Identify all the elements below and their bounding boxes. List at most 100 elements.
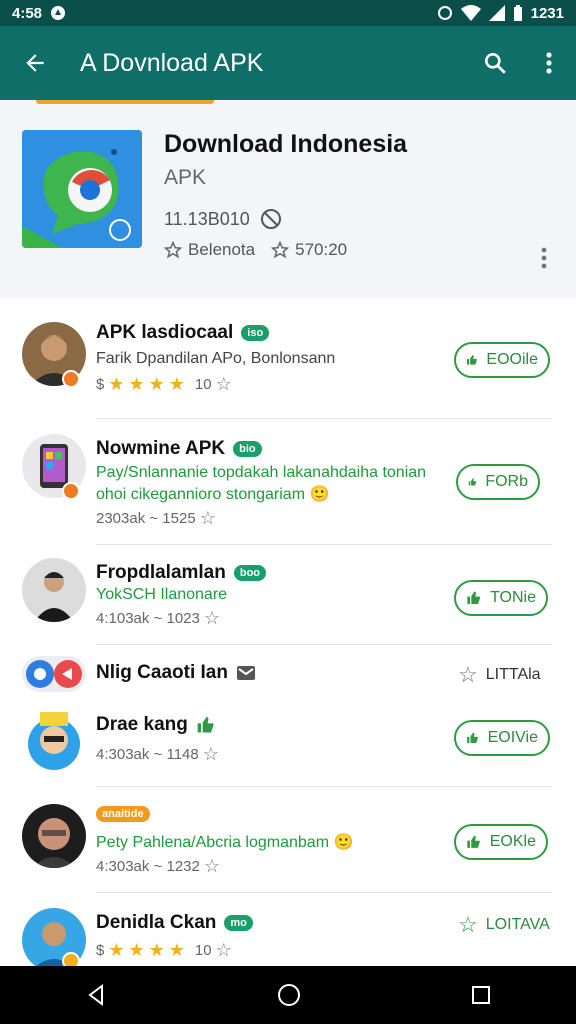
currency-label: $: [96, 942, 105, 959]
app-subtitle: APK: [164, 166, 207, 189]
item-meta: 2303ak ~ 1525: [96, 510, 196, 527]
item-badge: mo: [224, 915, 253, 931]
item-description: Pety Pahlena/Abcria logmanbam: [96, 834, 330, 851]
avatar: [22, 804, 86, 868]
item-description: YokSCH Ilanonare: [96, 586, 228, 603]
section-header[interactable]: Nlig Caaoti Ian ☆ LITTAla: [0, 656, 576, 696]
back-button[interactable]: [0, 26, 70, 100]
thumb-up-icon: [468, 478, 477, 486]
divider: [96, 786, 552, 787]
app-version: 11.13B010: [164, 208, 250, 229]
install-button[interactable]: EOOile: [454, 342, 550, 378]
section-action[interactable]: ☆ LITTAla: [458, 662, 541, 688]
item-description: Farik Dpandilan APo, Bonlonsann: [96, 350, 336, 367]
item-meta: 4:303ak ~ 1232: [96, 858, 200, 875]
mail-icon: [236, 666, 255, 680]
app-bar: A Dovnload APK: [0, 26, 576, 100]
star-filled-icon: ★: [108, 940, 125, 960]
item-rating-row: $ ★ ★ ★ ★ 10 ☆: [96, 940, 232, 961]
avatar: [22, 708, 86, 772]
item-title: Denidla Ckan: [96, 912, 217, 933]
status-bar: 4:58 1231: [0, 0, 576, 26]
nav-recents-icon[interactable]: [470, 984, 492, 1006]
item-title: APK lasdiocaal: [96, 322, 234, 343]
item-title-row: APK lasdiocaal iso: [96, 322, 270, 344]
install-button-label: EOKle: [489, 833, 536, 850]
section-title: Nlig Caaoti Ian: [96, 662, 228, 683]
list-item[interactable]: Denidla Ckan mo $ ★ ★ ★ ★ 10 ☆ ☆ LOITAVA: [0, 906, 576, 972]
item-meta-row: 4:303ak ~ 1148 ☆: [96, 744, 219, 765]
nav-home-icon[interactable]: [276, 982, 302, 1008]
item-badge: boo: [233, 565, 267, 581]
install-button[interactable]: EOIVie: [454, 720, 550, 756]
sync-icon: [437, 6, 452, 20]
app-logo-icon: [22, 130, 142, 248]
currency-label: $: [96, 376, 105, 393]
install-button-label: EOIVie: [487, 729, 538, 746]
page-title: A Dovnload APK: [80, 48, 264, 77]
item-rating-row: $ ★ ★ ★ ★ 10 ☆: [96, 374, 232, 395]
item-title-row: anaitide: [96, 806, 150, 822]
emoji-icon: 🙂: [309, 486, 330, 503]
app-meta-row: Belenota 570:20: [164, 240, 347, 260]
star-outline-icon: ☆: [202, 744, 219, 764]
notification-icon: [51, 6, 66, 20]
star-filled-icon: ★: [148, 940, 165, 960]
item-title: Nowmine APK: [96, 438, 226, 459]
star-outline-icon: [164, 241, 182, 259]
search-button[interactable]: [468, 26, 522, 100]
battery-text: 1231: [530, 4, 564, 22]
item-description: Pay/Snlannanie topdakah lakanahdaiha ton…: [96, 464, 427, 481]
list-item[interactable]: Nowmine APK bio Pay/Snlannanie topdakah …: [0, 432, 576, 542]
item-badge: anaitide: [96, 806, 150, 822]
install-button-label: EOOile: [486, 351, 538, 368]
thumb-up-icon: [467, 732, 478, 744]
app-title: Download Indonesia: [164, 130, 408, 158]
item-title-row: Drae kang: [96, 714, 216, 736]
install-button[interactable]: FORb: [456, 464, 540, 500]
item-meta: 4:303ak ~ 1148: [96, 746, 199, 763]
app-header-card: Download Indonesia APK 11.13B010 Belenot…: [0, 100, 576, 298]
app-meta-left: Belenota: [188, 240, 256, 259]
list-item[interactable]: anaitide Pety Pahlena/Abcria logmanbam 🙂…: [0, 802, 576, 886]
app-version-row: 11.13B010: [164, 208, 282, 230]
hero-more-icon[interactable]: [536, 246, 552, 270]
item-badge: iso: [241, 325, 270, 341]
star-outline-icon: ☆: [458, 662, 478, 687]
item-meta-row: 4:303ak ~ 1232 ☆: [96, 856, 220, 877]
list-item[interactable]: Fropdlalamlan boo YokSCH Ilanonare 4:103…: [0, 556, 576, 646]
divider: [96, 644, 552, 645]
list-item[interactable]: Drae kang 4:303ak ~ 1148 ☆ EOIVie: [0, 706, 576, 786]
no-ads-icon: [260, 209, 281, 229]
app-icon[interactable]: [22, 130, 142, 248]
star-filled-icon: ★: [108, 374, 125, 394]
star-filled-icon: ★: [148, 374, 165, 394]
status-time: 4:58: [12, 4, 43, 22]
star-outline-icon: ☆: [203, 608, 220, 628]
install-button-label: FORb: [485, 473, 528, 490]
list-item[interactable]: APK lasdiocaal iso Farik Dpandilan APo, …: [0, 318, 576, 418]
overflow-menu-button[interactable]: [522, 26, 576, 100]
item-meta: 4:103ak ~ 1023: [96, 610, 200, 627]
nav-back-icon[interactable]: [84, 983, 108, 1007]
star-outline-icon: ☆: [458, 912, 478, 937]
item-meta-row: 2303ak ~ 1525 ☆: [96, 508, 216, 529]
rating-count: 10: [194, 942, 212, 959]
divider: [96, 892, 552, 893]
divider: [96, 544, 552, 545]
star-outline-icon: ☆: [203, 856, 220, 876]
item-title-row: Fropdlalamlan boo: [96, 562, 267, 584]
star-filled-icon: ★: [168, 374, 185, 394]
item-badge: bio: [233, 441, 262, 457]
thumb-up-icon: [467, 835, 480, 848]
battery-icon: [513, 5, 522, 21]
verified-badge-icon: [62, 482, 80, 500]
system-nav-bar: [0, 966, 576, 1024]
item-action[interactable]: ☆ LOITAVA: [458, 912, 550, 938]
install-button[interactable]: EOKle: [454, 824, 548, 860]
star-outline-icon: ☆: [215, 940, 232, 960]
wifi-icon: [460, 5, 481, 21]
signal-icon: [488, 5, 505, 21]
install-button[interactable]: TONie: [454, 580, 548, 616]
thumb-up-icon: [467, 591, 481, 605]
